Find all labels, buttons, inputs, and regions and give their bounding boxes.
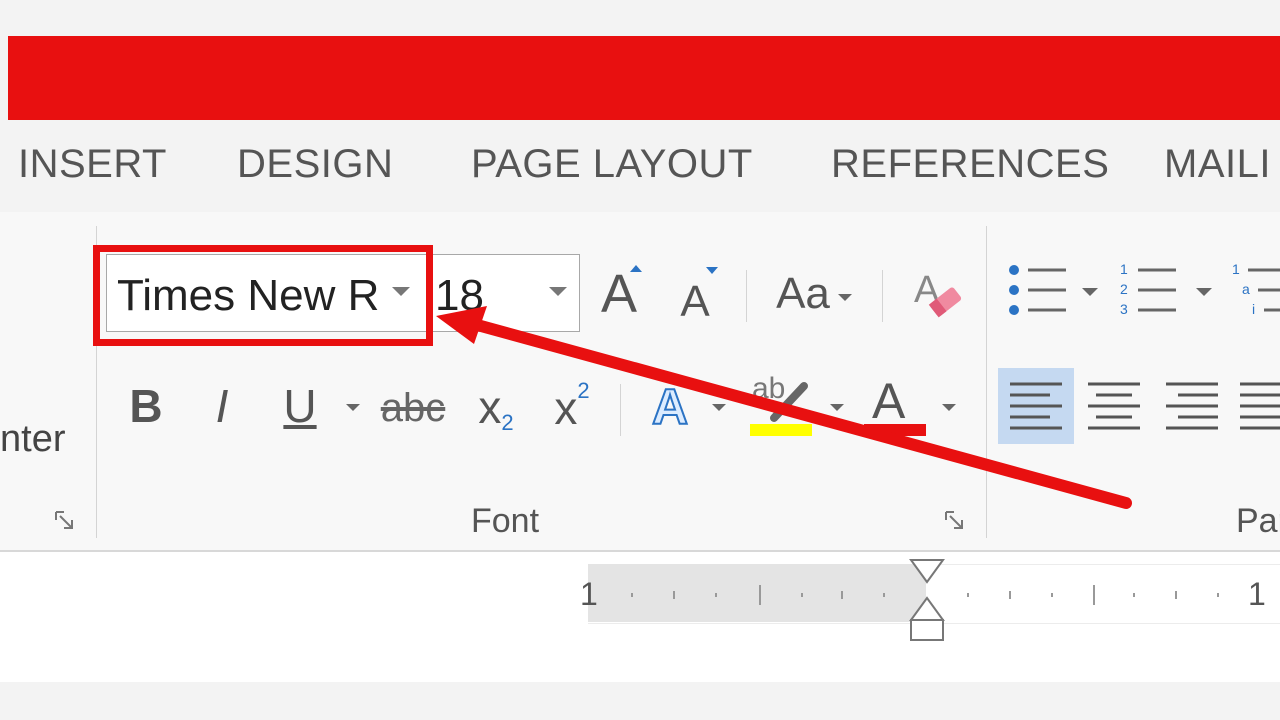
annotation-arrow-icon bbox=[436, 306, 1132, 509]
